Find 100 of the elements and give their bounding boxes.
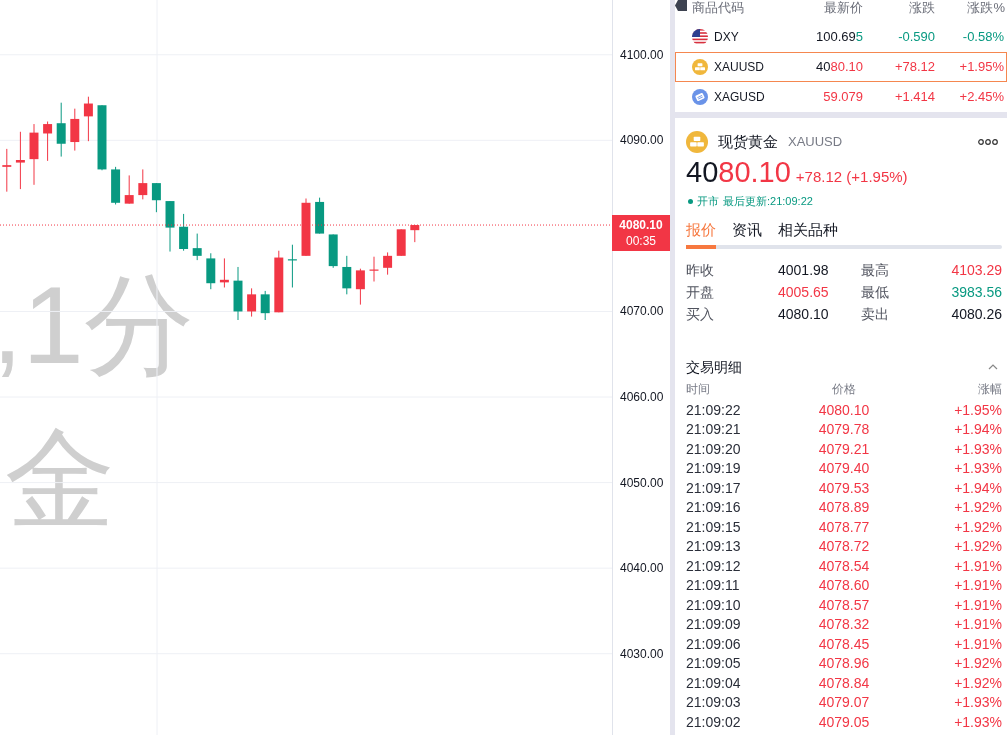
last-update-time: 最后更新:21:09:22 (723, 193, 813, 209)
trade-price: 4078.45 (817, 635, 871, 652)
trade-price: 4078.32 (817, 616, 871, 633)
trade-time: 21:09:17 (686, 479, 742, 496)
watchlist-row[interactable]: XAUUSD 4080.10 +78.12 +1.95% (675, 52, 1007, 82)
ingot-icon (692, 59, 708, 75)
trade-change: +1.93% (953, 713, 1002, 730)
trade-price: 4078.60 (817, 577, 871, 594)
stat-value: 4001.98 (778, 260, 830, 280)
candle (124, 174, 134, 205)
candle (287, 244, 297, 288)
caret-left-icon[interactable] (675, 0, 687, 11)
candle (15, 131, 25, 190)
candle (260, 290, 270, 321)
trade-time: 21:09:11 (686, 577, 741, 594)
chevron-up-icon[interactable] (988, 364, 998, 370)
candle (83, 96, 93, 142)
trade-price: 4079.53 (817, 479, 871, 496)
trade-time: 21:09:19 (686, 460, 742, 477)
symbol-text: XAUUSD (714, 59, 764, 76)
candle (274, 250, 284, 313)
trade-time: 21:09:12 (686, 557, 742, 574)
trade-change: +1.94% (953, 479, 1002, 496)
trade-change: +1.91% (953, 596, 1002, 613)
stat-value: 4080.26 (951, 304, 1002, 324)
axis-label: 4040.00 (620, 561, 664, 576)
trade-change: +1.94% (953, 421, 1002, 438)
candle (355, 268, 365, 306)
trade-price: 4079.40 (817, 460, 871, 477)
column-header: 涨幅 (977, 381, 1002, 398)
axis-label: 4030.00 (620, 646, 664, 661)
stat-value: 4080.10 (778, 304, 830, 324)
candle (111, 166, 121, 205)
axis-label: 4100.00 (620, 47, 664, 62)
trade-price: 4079.07 (817, 694, 871, 711)
trade-time: 21:09:13 (686, 538, 742, 555)
trade-price: 4078.57 (817, 596, 871, 613)
trade-time: 21:09:15 (686, 518, 742, 535)
percent-change: +1.95% (958, 58, 1004, 77)
price-text: 59.079 (822, 88, 863, 107)
trade-price: 4080.10 (817, 401, 871, 418)
axis-label: 4090.00 (620, 133, 664, 148)
trade-change: +1.91% (953, 616, 1002, 633)
trade-price: 4078.54 (817, 557, 871, 574)
watchlist-row[interactable]: XAGUSD 59.079 +1.414 +2.45% (675, 82, 1007, 112)
candle (328, 233, 338, 269)
instrument-symbol: XAUUSD (788, 133, 843, 152)
trade-time: 21:09:10 (686, 596, 742, 613)
candle (165, 200, 175, 253)
market-status: 开市 (697, 193, 719, 209)
stat-label: 买入 (686, 304, 715, 324)
percent-change: -0.58% (961, 28, 1004, 47)
trade-change: +1.93% (953, 440, 1002, 457)
tab[interactable]: 资讯 (732, 220, 762, 249)
trade-price: 4078.89 (817, 499, 871, 516)
instrument-name: 现货黄金 (718, 131, 778, 152)
symbol-text: DXY (714, 29, 739, 46)
trade-time: 21:09:22 (686, 401, 742, 418)
trade-time: 21:09:02 (686, 713, 742, 730)
candle (315, 197, 325, 235)
trade-price: 4079.05 (817, 713, 871, 730)
candle (342, 255, 352, 295)
trade-change: +1.92% (953, 674, 1002, 691)
trade-price: 4078.96 (817, 655, 871, 672)
stat-label: 卖出 (861, 304, 890, 324)
candle (29, 123, 39, 186)
candle (383, 251, 393, 276)
trade-price: 4078.72 (817, 538, 871, 555)
trade-change: +1.93% (953, 460, 1002, 477)
candle (410, 224, 420, 243)
candle (43, 121, 53, 162)
axis-label: 4060.00 (620, 390, 664, 404)
watchlist-row[interactable]: DXY 100.695 -0.590 -0.58% (675, 22, 1007, 52)
stat-label: 最低 (861, 282, 890, 302)
trade-change: +1.91% (953, 557, 1002, 574)
trade-change: +1.91% (953, 577, 1002, 594)
candle (219, 257, 229, 288)
trade-price: 4078.84 (817, 674, 871, 691)
candle (179, 213, 189, 252)
tab[interactable]: 相关品种 (778, 220, 838, 249)
trade-change: +1.92% (953, 655, 1002, 672)
trade-price: 4079.78 (817, 421, 871, 438)
trade-price: 4078.77 (817, 518, 871, 535)
candle (192, 233, 202, 261)
column-header: 价格 (831, 381, 857, 398)
candle (396, 228, 406, 257)
countdown-timer: 00:35 (626, 233, 656, 250)
trade-change: +1.91% (953, 635, 1002, 652)
stat-value: 3983.56 (951, 282, 1002, 302)
more-icon[interactable] (978, 139, 998, 145)
trade-time: 21:09:09 (686, 616, 742, 633)
stat-value: 4103.29 (951, 260, 1002, 280)
axis-label: 4050.00 (620, 475, 664, 490)
price-text: 100.695 (815, 28, 863, 47)
candle (151, 182, 161, 213)
candle (2, 148, 12, 193)
trade-change: +1.92% (953, 518, 1002, 535)
candle (138, 168, 148, 200)
percent-change: +2.45% (958, 88, 1004, 107)
candle (233, 266, 243, 321)
